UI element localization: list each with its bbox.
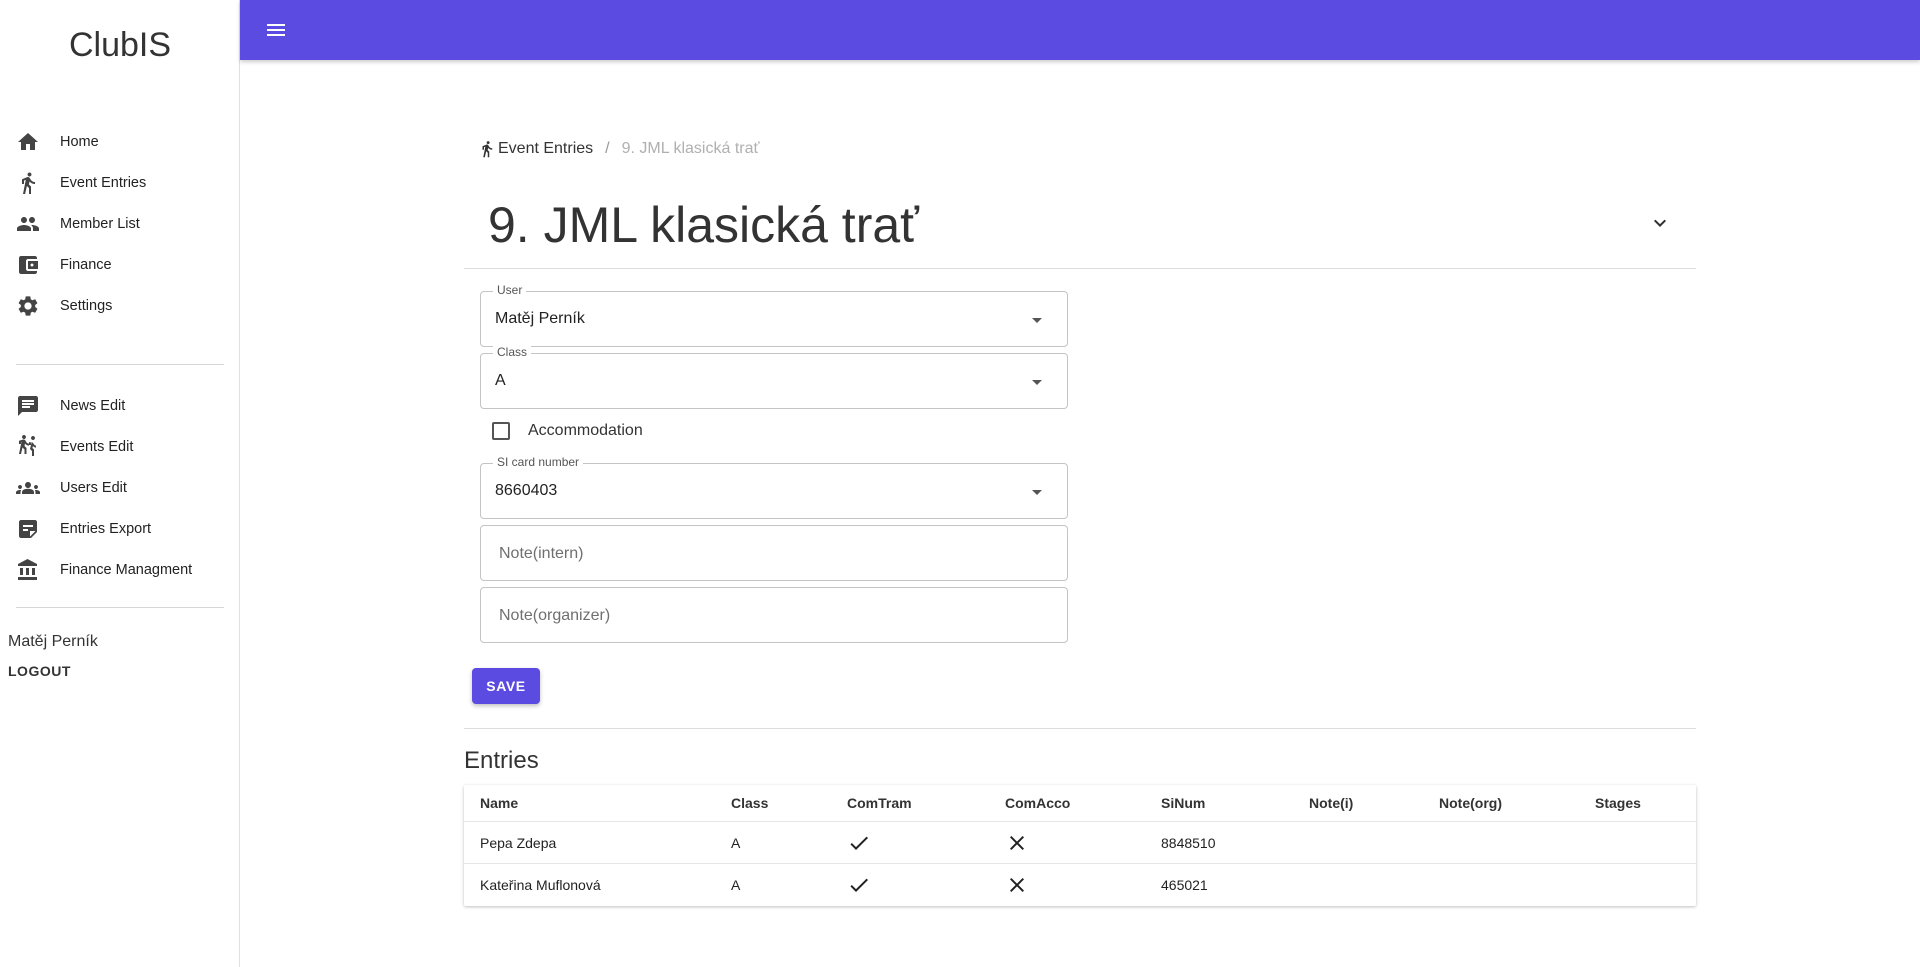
current-user-name: Matěj Perník bbox=[8, 633, 98, 650]
cell-sinum: 8848510 bbox=[1161, 834, 1216, 851]
sidebar-item-news-edit[interactable]: News Edit bbox=[0, 385, 240, 426]
sidebar-item-event-entries[interactable]: Event Entries bbox=[0, 162, 240, 203]
chevron-down-icon[interactable] bbox=[1647, 210, 1673, 236]
table-header-row: Name Class ComTram ComAcco SiNum Note(i)… bbox=[464, 785, 1696, 822]
column-header[interactable]: Note(org) bbox=[1439, 785, 1502, 821]
groups-icon bbox=[16, 476, 40, 500]
column-header[interactable]: Name bbox=[480, 785, 518, 821]
sidebar-item-label: News Edit bbox=[60, 397, 126, 414]
column-header[interactable]: ComTram bbox=[847, 785, 912, 821]
cell-name: Kateřina Muflonová bbox=[480, 877, 601, 893]
primary-nav: Home Event Entries Member List Finance S… bbox=[0, 121, 240, 326]
check-icon bbox=[847, 822, 871, 863]
note-intern-field[interactable]: Note(intern) bbox=[480, 525, 1068, 581]
logout-button[interactable]: LOGOUT bbox=[8, 663, 71, 679]
sidebar-item-entries-export[interactable]: Entries Export bbox=[0, 508, 240, 549]
section-divider bbox=[464, 728, 1696, 729]
sidebar-item-label: Member List bbox=[60, 215, 140, 232]
sidebar-item-member-list[interactable]: Member List bbox=[0, 203, 240, 244]
chat-icon bbox=[16, 394, 40, 418]
sidebar-item-finance-managment[interactable]: Finance Managment bbox=[0, 549, 240, 590]
close-icon bbox=[1005, 864, 1029, 906]
column-header[interactable]: Stages bbox=[1595, 785, 1641, 821]
breadcrumb-link-event-entries[interactable]: Event Entries bbox=[478, 140, 593, 158]
sidebar-divider bbox=[16, 364, 224, 365]
cell-name: Pepa Zdepa bbox=[480, 834, 557, 851]
dropdown-arrow-icon bbox=[1025, 370, 1049, 394]
sidebar-item-events-edit[interactable]: Events Edit bbox=[0, 426, 240, 467]
class-select-value: A bbox=[495, 372, 506, 389]
wallet-icon bbox=[16, 253, 40, 277]
accommodation-checkbox[interactable] bbox=[492, 422, 510, 440]
accommodation-checkbox-row[interactable]: Accommodation bbox=[492, 422, 643, 440]
dropdown-arrow-icon bbox=[1025, 480, 1049, 504]
people-icon bbox=[16, 212, 40, 236]
sidebar-item-home[interactable]: Home bbox=[0, 121, 240, 162]
top-app-bar bbox=[240, 0, 1920, 60]
table-row[interactable]: Pepa Zdepa A 8848510 bbox=[464, 822, 1696, 864]
sidebar-item-label: Users Edit bbox=[60, 479, 127, 496]
sidebar-item-users-edit[interactable]: Users Edit bbox=[0, 467, 240, 508]
entries-title: Entries bbox=[464, 747, 539, 774]
user-select[interactable]: User Matěj Perník bbox=[480, 283, 1068, 347]
si-card-select-label: SI card number bbox=[493, 455, 584, 469]
class-select-label: Class bbox=[493, 345, 532, 359]
breadcrumb-link-label: Event Entries bbox=[498, 140, 594, 157]
sidebar-item-label: Home bbox=[60, 133, 99, 150]
page-title: 9. JML klasická trať bbox=[488, 197, 919, 253]
column-header[interactable]: SiNum bbox=[1161, 785, 1205, 821]
breadcrumb-current: 9. JML klasická trať bbox=[621, 140, 760, 157]
group-runners-icon bbox=[16, 434, 40, 459]
column-header[interactable]: Note(i) bbox=[1309, 785, 1353, 821]
sidebar-item-label: Events Edit bbox=[60, 438, 134, 455]
sidebar-item-label: Event Entries bbox=[60, 174, 147, 191]
title-divider bbox=[464, 268, 1696, 269]
home-icon bbox=[16, 130, 40, 154]
breadcrumb: Event Entries / 9. JML klasická trať bbox=[478, 140, 760, 158]
note-organizer-placeholder: Note(organizer) bbox=[499, 607, 611, 624]
close-icon bbox=[1005, 822, 1029, 863]
cell-class: A bbox=[731, 834, 741, 851]
cell-class: A bbox=[731, 877, 741, 893]
sidebar-item-label: Settings bbox=[60, 297, 113, 314]
check-icon bbox=[847, 864, 871, 906]
user-select-label: User bbox=[493, 283, 527, 297]
entries-table: Name Class ComTram ComAcco SiNum Note(i)… bbox=[464, 785, 1696, 906]
note-organizer-field[interactable]: Note(organizer) bbox=[480, 587, 1068, 643]
sidebar-item-label: Entries Export bbox=[60, 520, 152, 537]
note-intern-placeholder: Note(intern) bbox=[499, 545, 584, 562]
sidebar-item-finance[interactable]: Finance bbox=[0, 244, 240, 285]
column-header[interactable]: ComAcco bbox=[1005, 785, 1070, 821]
admin-nav: News Edit Events Edit Users Edit Entries… bbox=[0, 385, 240, 590]
runner-icon bbox=[482, 141, 493, 158]
sidebar-item-label: Finance bbox=[60, 256, 112, 273]
gear-icon bbox=[16, 294, 40, 318]
breadcrumb-separator: / bbox=[605, 140, 610, 157]
note-icon bbox=[16, 517, 40, 541]
bank-icon bbox=[16, 558, 40, 582]
accommodation-label: Accommodation bbox=[528, 422, 643, 439]
class-select[interactable]: Class A bbox=[480, 345, 1068, 409]
sidebar: ClubIS Home Event Entries Member List Fi… bbox=[0, 0, 240, 967]
table-row[interactable]: Kateřina Muflonová A 465021 bbox=[464, 864, 1696, 906]
user-select-value: Matěj Perník bbox=[495, 310, 585, 327]
app-brand: ClubIS bbox=[68, 26, 172, 64]
sidebar-item-label: Finance Managment bbox=[60, 561, 193, 578]
column-header[interactable]: Class bbox=[731, 785, 768, 821]
save-button[interactable]: SAVE bbox=[472, 668, 540, 704]
runner-icon bbox=[16, 171, 40, 195]
si-card-select[interactable]: SI card number 8660403 bbox=[480, 455, 1068, 519]
dropdown-arrow-icon bbox=[1025, 308, 1049, 332]
hamburger-menu-icon[interactable] bbox=[262, 16, 290, 44]
cell-sinum: 465021 bbox=[1161, 877, 1208, 893]
sidebar-item-settings[interactable]: Settings bbox=[0, 285, 240, 326]
si-card-select-value: 8660403 bbox=[495, 482, 558, 499]
sidebar-divider bbox=[16, 607, 224, 608]
